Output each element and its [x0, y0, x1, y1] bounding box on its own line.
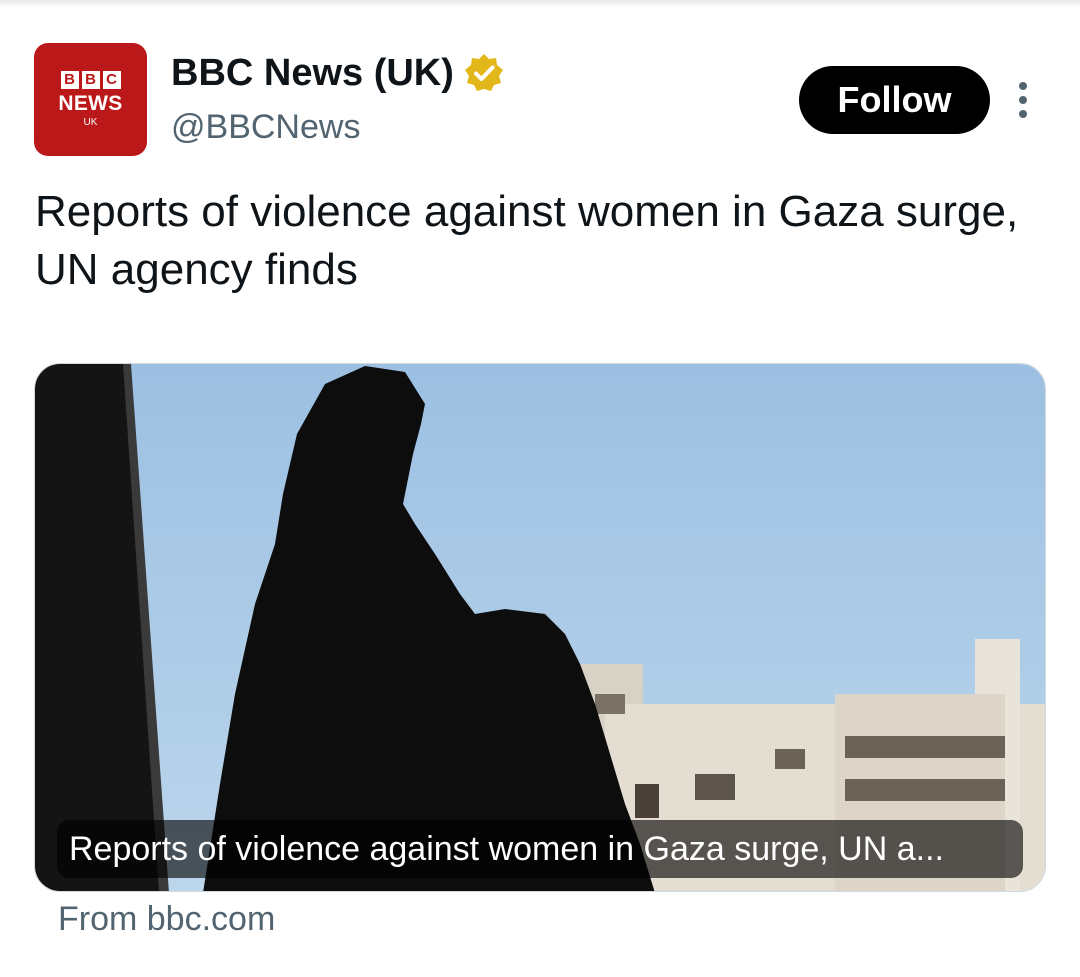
more-vertical-icon[interactable] — [1008, 78, 1038, 122]
bbc-logo-letter: B — [81, 70, 100, 89]
bbc-logo-letter: C — [102, 70, 121, 89]
display-name[interactable]: BBC News (UK) — [171, 52, 454, 95]
link-card-caption: Reports of violence against women in Gaz… — [57, 820, 1023, 878]
author-name-row: BBC News (UK) — [171, 50, 504, 96]
bbc-logo-letter: B — [60, 70, 79, 89]
handle[interactable]: @BBCNews — [171, 108, 360, 147]
top-divider — [0, 0, 1080, 8]
avatar[interactable]: B B C NEWS UK — [34, 43, 147, 156]
verified-badge-icon[interactable] — [464, 53, 504, 93]
tweet-text: Reports of violence against women in Gaz… — [35, 187, 1019, 294]
article-image — [35, 364, 1045, 891]
link-source[interactable]: From bbc.com — [58, 900, 275, 939]
more-dot — [1019, 82, 1027, 90]
follow-button[interactable]: Follow — [799, 66, 990, 134]
link-card[interactable]: Reports of violence against women in Gaz… — [34, 363, 1046, 892]
bbc-logo-blocks: B B C — [60, 70, 121, 89]
more-dot — [1019, 110, 1027, 118]
more-dot — [1019, 96, 1027, 104]
bbc-logo-region: UK — [83, 116, 98, 128]
bbc-logo-news: NEWS — [58, 91, 123, 115]
